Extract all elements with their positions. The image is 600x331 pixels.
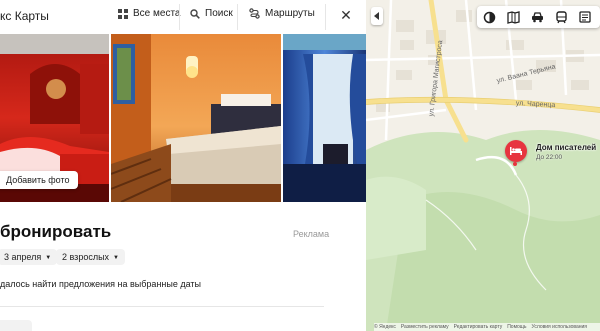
guests-value: 2 взрослых <box>62 252 110 262</box>
poi-hours: До 22:00 <box>536 154 563 161</box>
add-photo-label: Добавить фото <box>6 175 70 185</box>
attribution-help-link[interactable]: Помощь <box>507 323 526 331</box>
attribution-ads-link[interactable]: Разместить рекламу <box>401 323 449 331</box>
attribution-copyright[interactable]: © Яндекс <box>374 323 396 331</box>
grid-icon <box>118 8 128 19</box>
add-photo-button[interactable]: Добавить фото <box>0 171 78 189</box>
room-photo[interactable] <box>111 34 281 202</box>
no-offers-message: далось найти предложения на выбранные да… <box>0 279 202 289</box>
search-icon <box>190 8 200 19</box>
search-button[interactable]: Поиск <box>190 8 233 19</box>
divider <box>237 4 238 30</box>
poi-marker-point <box>513 162 517 166</box>
chip[interactable] <box>0 320 32 331</box>
booking-title: бронировать <box>0 222 112 241</box>
poi-name[interactable]: Дом писателей <box>536 143 596 152</box>
close-button[interactable]: ✕ <box>338 7 354 23</box>
bed-icon <box>510 142 522 160</box>
traffic-icon[interactable] <box>529 9 545 25</box>
layers-icon[interactable] <box>481 9 497 25</box>
divider <box>325 4 326 30</box>
transport-icon[interactable] <box>553 9 569 25</box>
chevron-left-icon <box>374 7 380 25</box>
all-places-button[interactable]: Все места <box>118 8 180 19</box>
brand-logo[interactable]: кс Карты <box>0 9 49 23</box>
place-panel: кс Карты Все места Поиск Маршруты ✕ Доба… <box>0 0 366 331</box>
attribution-edit-link[interactable]: Редактировать карту <box>454 323 503 331</box>
panel-header: кс Карты Все места Поиск Маршруты ✕ <box>0 0 366 34</box>
map-toolbar <box>477 6 600 28</box>
poi-marker[interactable] <box>505 140 527 162</box>
more-icon[interactable] <box>577 9 593 25</box>
routes-label: Маршруты <box>265 8 315 19</box>
divider <box>179 4 180 30</box>
map-base <box>366 0 600 331</box>
search-label: Поиск <box>205 8 233 19</box>
guests-select[interactable]: 2 взрослых ▼ <box>56 249 125 265</box>
all-places-label: Все места <box>133 8 181 19</box>
date-value: 3 апреля <box>4 252 42 262</box>
map-canvas[interactable]: ул. Григора Магистроса ул. Ваана Терьяна… <box>366 0 600 331</box>
panorama-icon[interactable] <box>505 9 521 25</box>
divider <box>0 306 324 307</box>
chevron-down-icon: ▼ <box>45 255 52 261</box>
routes-icon <box>249 8 260 19</box>
room-photo[interactable] <box>283 34 366 202</box>
chevron-down-icon: ▼ <box>113 255 119 261</box>
date-select[interactable]: 3 апреля ▼ <box>0 249 58 265</box>
collapse-panel-button[interactable] <box>371 7 383 25</box>
attribution-terms-link[interactable]: Условия использования <box>532 323 588 331</box>
ad-label: Реклама <box>293 229 330 239</box>
routes-button[interactable]: Маршруты <box>249 8 315 19</box>
map-attribution: © Яндекс Разместить рекламу Редактироват… <box>374 323 600 331</box>
close-icon: ✕ <box>340 7 352 23</box>
